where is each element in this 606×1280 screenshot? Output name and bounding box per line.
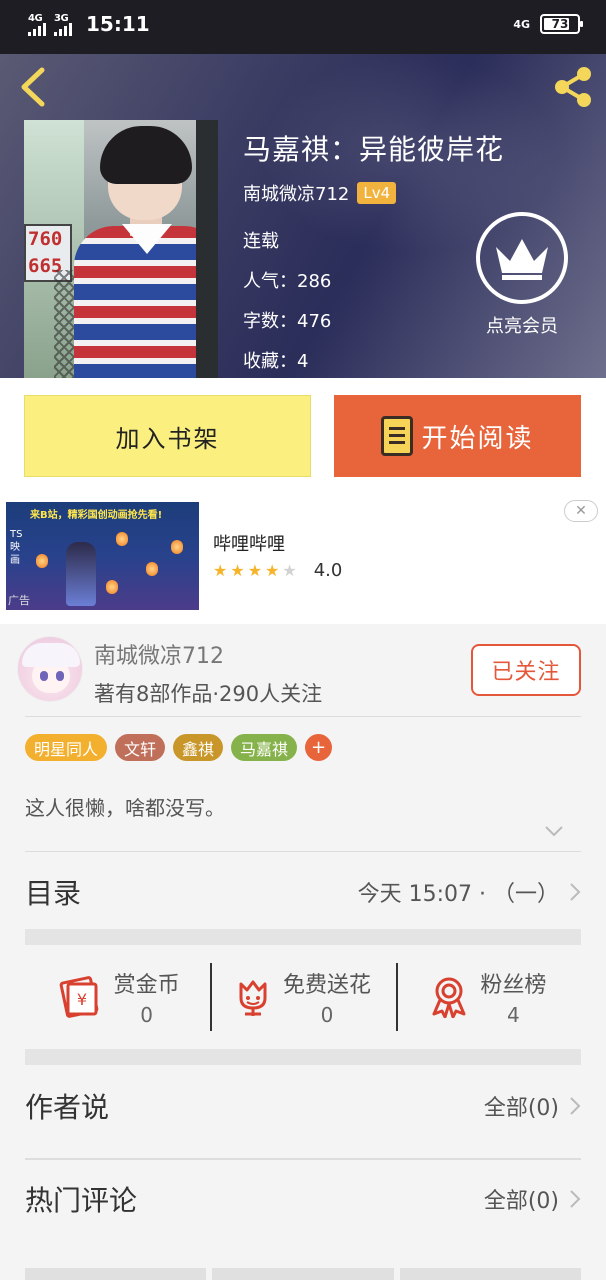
flower-icon: [239, 980, 267, 1016]
book-title: 马嘉祺：异能彼岸花: [243, 133, 505, 166]
popularity: 人气：286: [243, 271, 332, 292]
follow-button[interactable]: 已关注: [471, 644, 581, 696]
catalog-title: 目录: [25, 877, 82, 910]
chevron-right-icon: [570, 1190, 581, 1208]
reward-value: 0: [140, 1003, 154, 1027]
reward-value: 0: [320, 1003, 334, 1027]
tag[interactable]: 鑫祺: [173, 734, 224, 761]
hot-comments-title: 热门评论: [25, 1184, 138, 1217]
crown-icon: [476, 212, 568, 304]
chevron-right-icon: [570, 1097, 581, 1115]
book-status: 连载: [243, 231, 279, 252]
start-reading-label: 开始阅读: [421, 423, 534, 454]
ad-banner-text: 来B站，精彩国创动画抢先看!: [30, 510, 163, 521]
book-icon: [381, 416, 414, 456]
add-to-shelf-label: 加入书架: [115, 424, 220, 453]
reward-coins-button[interactable]: ¥ 赏金币 0: [25, 945, 210, 1049]
battery-icon: 73: [540, 14, 583, 34]
tag[interactable]: 文轩: [115, 734, 166, 761]
ad-banner[interactable]: 来B站，精彩国创动画抢先看! TS映画 广告 哔哩哔哩 ★ ★ ★ ★ ★ 4.…: [0, 494, 606, 624]
add-tag-button[interactable]: +: [305, 734, 333, 761]
reward-label: 赏金币: [113, 973, 180, 998]
avatar[interactable]: [17, 636, 83, 702]
reward-bar: ¥ 赏金币 0 免费送花 0 粉丝榜 4: [25, 945, 581, 1049]
signal-icon: 4G: [28, 13, 46, 36]
author-says-title: 作者说: [25, 1091, 110, 1124]
battery-level: 73: [551, 17, 569, 31]
book-header: 760 665 马嘉祺：异能彼岸花 南城微凉712 Lv4 连载 人气：286 …: [0, 54, 606, 378]
star-icon: ★: [265, 561, 280, 580]
ad-rating-score: 4.0: [313, 560, 343, 581]
star-icon: ★: [213, 561, 228, 580]
scoreboard-line: 760: [28, 228, 63, 250]
hot-comments-all: 全部(0): [483, 1189, 559, 1214]
tag[interactable]: 马嘉祺: [231, 734, 298, 761]
author-says-row[interactable]: 作者说 全部(0): [25, 1066, 581, 1146]
back-arrow-icon[interactable]: [14, 66, 54, 108]
star-icon: ★: [247, 561, 263, 580]
data-icon: 4G: [513, 17, 530, 31]
coin-envelope-icon: ¥: [59, 976, 98, 1018]
reward-label: 免费送花: [282, 973, 371, 998]
section-separator: [25, 929, 581, 945]
section-separator: [25, 1049, 581, 1065]
star-empty-icon: ★: [282, 561, 297, 580]
book-info: 马嘉祺：异能彼岸花 南城微凉712 Lv4 连载 人气：286 字数：476 收…: [243, 128, 504, 378]
network-type-label: 4G: [28, 12, 43, 24]
signal-icon-2: 3G: [54, 13, 72, 36]
latest-chapter: 今天 15:07 · （一）: [357, 882, 559, 907]
book-cover-image[interactable]: 760 665: [24, 120, 218, 378]
vip-label: 点亮会员: [486, 316, 558, 337]
ad-side-text: TS映画: [10, 529, 23, 566]
fan-rank-button[interactable]: 粉丝榜 4: [395, 945, 581, 1049]
action-bar: 加入书架 开始阅读: [0, 378, 606, 494]
level-badge: Lv4: [357, 182, 397, 204]
reward-label: 粉丝榜: [480, 973, 547, 998]
vip-button[interactable]: 点亮会员: [472, 212, 572, 338]
start-reading-button[interactable]: 开始阅读: [334, 395, 581, 477]
share-icon[interactable]: [550, 64, 596, 110]
favorites-count: 收藏：4: [243, 351, 309, 372]
author-stats: 著有8部作品·290人关注: [94, 682, 323, 706]
catalog-row[interactable]: 目录 今天 15:07 · （一）: [25, 852, 581, 932]
send-flower-button[interactable]: 免费送花 0: [210, 945, 395, 1049]
chevron-down-icon[interactable]: [544, 824, 564, 838]
ad-tag: 广告: [8, 594, 30, 607]
svg-text:¥: ¥: [77, 990, 87, 1009]
tag[interactable]: 明星同人: [25, 734, 108, 761]
clock: 15:11: [86, 12, 150, 36]
ad-image[interactable]: 来B站，精彩国创动画抢先看! TS映画 广告: [6, 502, 199, 610]
hot-comments-row[interactable]: 热门评论 全部(0): [25, 1159, 581, 1239]
tag-list: 明星同人 文轩 鑫祺 马嘉祺 +: [25, 734, 333, 761]
reward-value: 4: [506, 1003, 520, 1027]
chevron-right-icon: [570, 883, 581, 901]
network-type-label-2: 3G: [54, 12, 69, 24]
author-section: 南城微凉712 著有8部作品·290人关注 已关注 明星同人 文轩 鑫祺 马嘉祺…: [0, 624, 606, 837]
close-icon[interactable]: ✕: [564, 500, 598, 522]
follow-label: 已关注: [491, 660, 561, 685]
author-bio: 这人很懒，啥都没写。: [25, 796, 225, 820]
author-name-label[interactable]: 南城微凉712: [94, 638, 224, 670]
star-icon: ★: [230, 561, 245, 580]
ad-rating: ★ ★ ★ ★ ★ 4.0: [213, 560, 342, 581]
word-count: 字数：476: [243, 311, 332, 332]
author-says-all: 全部(0): [483, 1096, 559, 1121]
status-bar: 4G 3G 15:11 4G 73: [0, 0, 606, 54]
ad-app-name: 哔哩哔哩: [213, 534, 285, 555]
medal-icon: [432, 977, 466, 1018]
add-to-shelf-button[interactable]: 加入书架: [24, 395, 311, 477]
comment-preview-strip: [25, 1268, 581, 1280]
divider: [25, 716, 581, 717]
author-name[interactable]: 南城微凉712: [243, 180, 349, 206]
